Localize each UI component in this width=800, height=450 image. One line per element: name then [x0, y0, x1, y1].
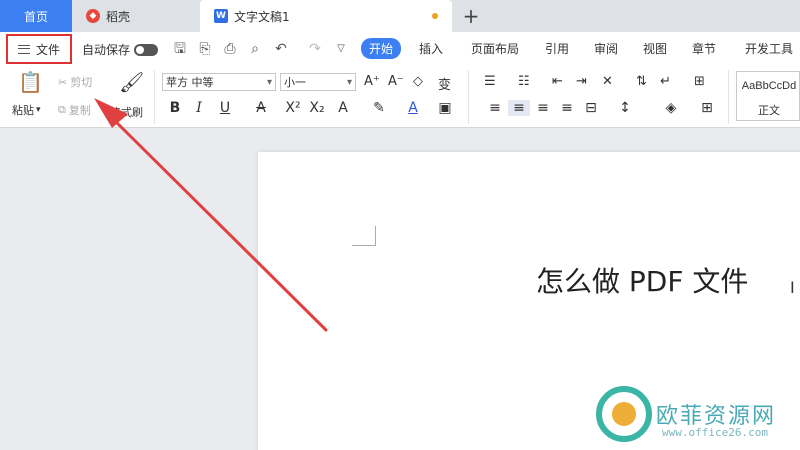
arrow-shaft: [106, 112, 328, 332]
arrow-head-icon: [94, 98, 128, 128]
annotation-arrow: [94, 98, 328, 332]
